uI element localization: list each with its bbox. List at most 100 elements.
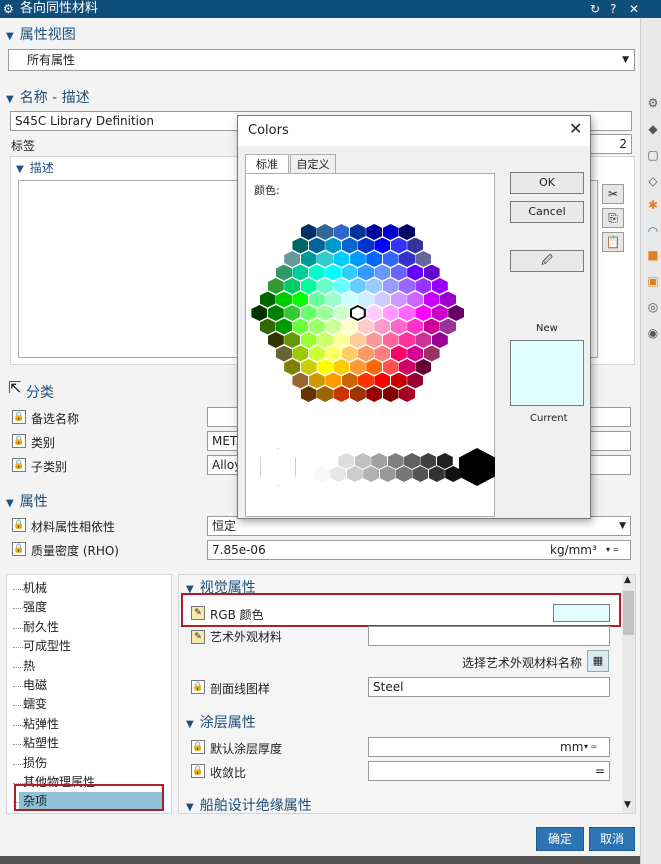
color-cell[interactable] bbox=[341, 318, 358, 335]
color-cell[interactable] bbox=[374, 237, 391, 254]
color-cell[interactable] bbox=[407, 318, 424, 335]
color-cell[interactable] bbox=[333, 386, 350, 402]
scrollbar-thumb[interactable] bbox=[623, 591, 634, 635]
color-cell[interactable] bbox=[284, 332, 301, 348]
color-cell[interactable] bbox=[317, 305, 333, 321]
color-cell[interactable] bbox=[325, 264, 342, 281]
classification-header[interactable]: 分类 bbox=[26, 382, 54, 402]
color-cell[interactable] bbox=[349, 251, 366, 267]
color-cell[interactable] bbox=[292, 372, 309, 389]
color-cell[interactable] bbox=[341, 372, 358, 389]
color-cell[interactable] bbox=[300, 359, 317, 375]
coating-header[interactable]: ▼ 涂层属性 bbox=[186, 712, 256, 732]
color-cell[interactable] bbox=[382, 332, 399, 348]
density-unit[interactable]: kg/mm³ bbox=[550, 541, 597, 559]
box-icon[interactable]: ■ bbox=[646, 248, 660, 262]
name-desc-header[interactable]: ▼ 名称 - 描述 bbox=[6, 87, 90, 107]
ship-insulation-header[interactable]: ▼ 船舶设计绝缘属性 bbox=[186, 795, 312, 815]
colors-cancel-button[interactable]: Cancel bbox=[510, 201, 584, 223]
edit-icon[interactable]: ✎ bbox=[191, 630, 205, 644]
tag-field[interactable]: 2 bbox=[590, 134, 632, 154]
gray-color-cell[interactable] bbox=[346, 466, 363, 482]
color-cell[interactable] bbox=[374, 291, 391, 308]
color-cell[interactable] bbox=[292, 345, 309, 362]
color-cell[interactable] bbox=[415, 332, 432, 348]
color-cell[interactable] bbox=[374, 264, 391, 281]
lock-icon[interactable]: 🔒 bbox=[12, 410, 26, 424]
property-view-header[interactable]: ▼ 属性视图 bbox=[6, 24, 76, 44]
color-cell[interactable] bbox=[366, 359, 383, 375]
color-cell[interactable] bbox=[399, 359, 415, 375]
color-cell[interactable] bbox=[431, 332, 448, 348]
color-cell[interactable] bbox=[300, 278, 317, 294]
color-cell[interactable] bbox=[390, 318, 407, 335]
colors-ok-button[interactable]: OK bbox=[510, 172, 584, 194]
color-cell[interactable] bbox=[308, 291, 325, 308]
gray-color-cell[interactable] bbox=[338, 453, 355, 469]
part-icon[interactable]: ▣ bbox=[646, 274, 660, 288]
color-cell[interactable] bbox=[300, 305, 317, 321]
color-cell[interactable] bbox=[308, 372, 325, 389]
color-cell[interactable] bbox=[440, 318, 456, 335]
color-cell[interactable] bbox=[399, 332, 415, 348]
category-item[interactable]: 损伤 bbox=[23, 754, 47, 773]
lock-icon[interactable]: 🔒 bbox=[12, 458, 26, 472]
color-cell[interactable] bbox=[407, 291, 424, 308]
color-cell[interactable] bbox=[399, 305, 415, 321]
color-cell[interactable] bbox=[317, 332, 333, 348]
copy-icon[interactable]: ⎘ bbox=[602, 208, 624, 228]
color-cell[interactable] bbox=[292, 291, 309, 308]
color-cell[interactable] bbox=[349, 332, 366, 348]
thickness-unit[interactable]: mm bbox=[560, 738, 583, 756]
scrollbar[interactable]: ▲ ▼ bbox=[622, 575, 635, 813]
hatch-pattern-field[interactable]: Steel bbox=[368, 677, 610, 697]
lock-icon[interactable]: 🔒 bbox=[191, 764, 205, 778]
tab-standard[interactable]: 标准 bbox=[245, 154, 289, 175]
property-view-select[interactable]: 所有属性 ▼ bbox=[8, 49, 635, 71]
color-cell[interactable] bbox=[358, 264, 374, 281]
color-cell[interactable] bbox=[300, 332, 317, 348]
color-cell[interactable] bbox=[300, 386, 317, 402]
close-icon[interactable]: ✕ bbox=[629, 0, 639, 18]
color-cell[interactable] bbox=[423, 345, 440, 362]
color-cell[interactable] bbox=[358, 345, 374, 362]
color-cell[interactable] bbox=[382, 278, 399, 294]
color-cell[interactable] bbox=[382, 386, 399, 402]
properties-header[interactable]: ▼ 属性 bbox=[6, 491, 48, 511]
color-cell[interactable] bbox=[440, 291, 456, 308]
color-cell[interactable] bbox=[325, 237, 342, 254]
color-cell[interactable] bbox=[300, 224, 317, 240]
frame-icon[interactable]: ▢ bbox=[646, 148, 660, 162]
gray-color-cell[interactable] bbox=[330, 466, 347, 482]
unit-dropdown-icon[interactable]: ▾ = bbox=[606, 541, 619, 559]
color-cell[interactable] bbox=[390, 345, 407, 362]
color-cell[interactable] bbox=[399, 278, 415, 294]
color-cell[interactable] bbox=[366, 224, 383, 240]
color-cell[interactable] bbox=[407, 372, 424, 389]
color-cell[interactable] bbox=[333, 251, 350, 267]
color-cell[interactable] bbox=[333, 305, 350, 321]
category-item[interactable]: 粘塑性 bbox=[23, 734, 59, 753]
convergence-ratio-field[interactable]: = bbox=[368, 761, 610, 781]
color-cell[interactable] bbox=[366, 332, 383, 348]
color-cell[interactable] bbox=[349, 278, 366, 294]
color-cell[interactable] bbox=[374, 318, 391, 335]
tab-custom[interactable]: 自定义 bbox=[290, 154, 336, 174]
color-cell[interactable] bbox=[308, 318, 325, 335]
lock-icon[interactable]: 🔒 bbox=[12, 542, 26, 556]
layers-icon[interactable]: ◇ bbox=[646, 174, 660, 188]
color-cell[interactable] bbox=[374, 345, 391, 362]
arc-icon[interactable]: ◠ bbox=[646, 224, 660, 238]
art-material-field[interactable] bbox=[368, 626, 610, 646]
color-cell[interactable] bbox=[325, 291, 342, 308]
gray-color-cell[interactable] bbox=[371, 453, 388, 469]
color-cell[interactable] bbox=[308, 264, 325, 281]
gray-color-cell[interactable] bbox=[387, 453, 404, 469]
edit-icon[interactable]: ✎ bbox=[191, 606, 205, 620]
cut-icon[interactable]: ✂ bbox=[602, 184, 624, 204]
color-cell[interactable] bbox=[341, 237, 358, 254]
white-color-cell[interactable] bbox=[260, 448, 296, 486]
color-cell[interactable] bbox=[382, 251, 399, 267]
gray-color-cell[interactable] bbox=[396, 466, 412, 482]
color-cell[interactable] bbox=[276, 318, 292, 335]
